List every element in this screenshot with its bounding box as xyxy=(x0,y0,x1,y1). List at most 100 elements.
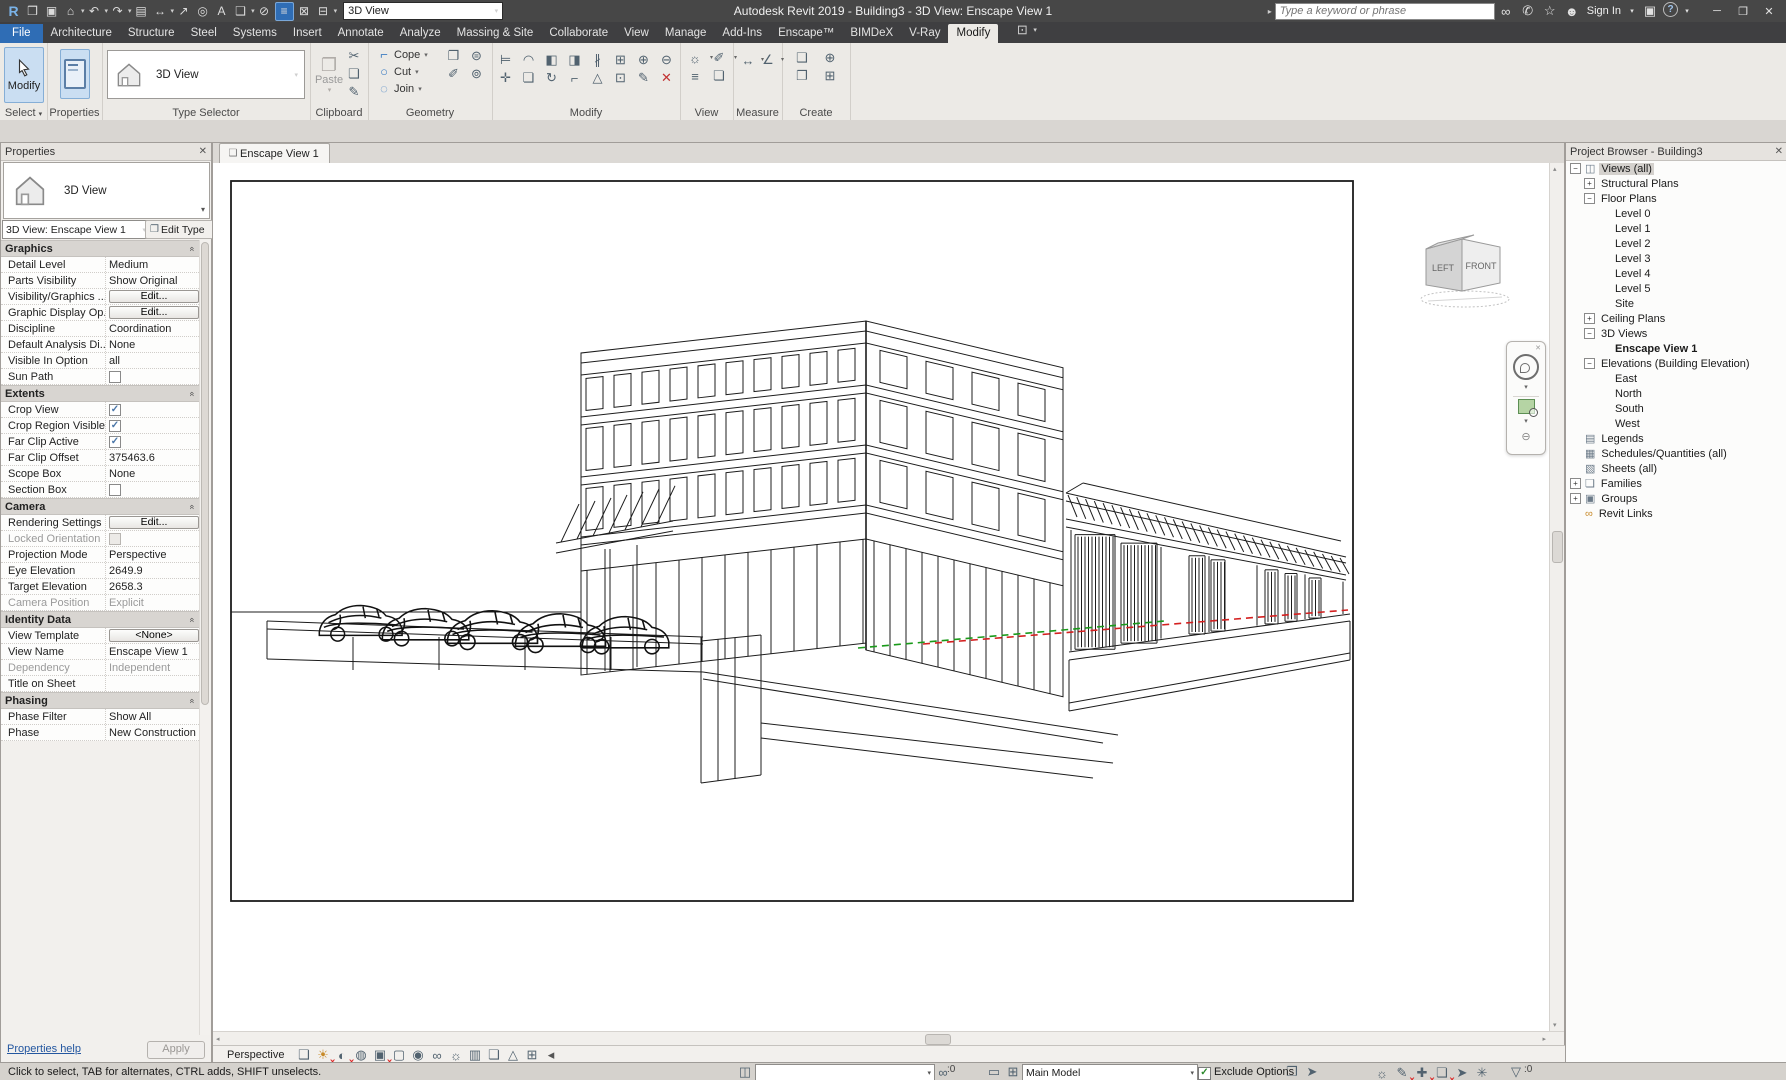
text-icon[interactable]: A xyxy=(213,3,230,20)
pin-alert-icon[interactable]: ✚✕ xyxy=(1412,1064,1432,1080)
collapse-icon[interactable]: « xyxy=(187,246,197,251)
steering-wheel-icon[interactable] xyxy=(1513,354,1539,380)
worksharing-display-icon[interactable]: ☼ xyxy=(1372,1064,1392,1080)
measure-icon[interactable]: ↔ xyxy=(152,3,169,20)
linework-icon[interactable]: ✐▾ xyxy=(707,49,731,67)
property-value[interactable]: 2649.9 xyxy=(106,563,199,578)
app-store-icon[interactable]: ▣ xyxy=(1641,2,1659,20)
close-icon[interactable]: ✕ xyxy=(1535,344,1541,352)
tab-modify[interactable]: Modify xyxy=(948,24,998,43)
property-value[interactable] xyxy=(106,482,199,497)
switch-windows-icon[interactable]: ⊟ xyxy=(315,3,332,20)
property-value[interactable]: Enscape View 1 xyxy=(106,644,199,659)
create-group-icon[interactable]: ⊕ xyxy=(816,49,844,67)
array-icon[interactable]: ⊞ xyxy=(609,51,632,69)
paint-icon[interactable]: ✐ xyxy=(442,65,465,83)
measure-between-icon[interactable]: ↔▾ xyxy=(738,51,758,69)
ribbon-display-toggle[interactable]: ⊡ ▾ xyxy=(1012,21,1037,43)
instance-selector-combo[interactable]: 3D View: Enscape View 1 ▾ xyxy=(2,220,150,239)
sign-in-person-icon[interactable]: ☻ xyxy=(1563,2,1581,20)
tab-file[interactable]: File xyxy=(0,24,43,43)
create-panel-label[interactable]: Create xyxy=(782,107,850,119)
tree-item-structural-plans[interactable]: +Structural Plans xyxy=(1566,176,1786,191)
apply-coping-icon[interactable]: ❐ xyxy=(442,47,465,65)
trim-extend-icon[interactable]: ⌐ xyxy=(563,69,586,87)
save-icon[interactable]: ▣ xyxy=(43,3,60,20)
tab-architecture[interactable]: Architecture xyxy=(43,24,120,43)
toolbar-collapse-icon[interactable]: ▸ xyxy=(1268,7,1272,16)
print-icon[interactable]: ▤ xyxy=(133,3,150,20)
collapse-icon[interactable]: « xyxy=(187,504,197,509)
edit-type-button[interactable]: ❐ Edit Type xyxy=(145,220,215,239)
tab-annotate[interactable]: Annotate xyxy=(330,24,392,43)
tree-item-level-4[interactable]: Level 4 xyxy=(1566,266,1786,281)
edit-button[interactable]: <None> xyxy=(109,629,199,642)
tab-collaborate[interactable]: Collaborate xyxy=(541,24,616,43)
tree-item-families[interactable]: +❏Families xyxy=(1566,476,1786,491)
favorites-icon[interactable]: ☆ xyxy=(1541,2,1559,20)
tab-structure[interactable]: Structure xyxy=(120,24,183,43)
property-value[interactable] xyxy=(106,531,199,546)
filter-icon[interactable]: ▽ xyxy=(1506,1063,1526,1080)
viewcube[interactable]: LEFT FRONT xyxy=(1418,225,1513,317)
modify-panel-label[interactable]: Modify xyxy=(492,107,680,119)
section-icon[interactable]: ⊘ xyxy=(256,3,273,20)
checkbox[interactable] xyxy=(109,484,121,496)
collapse-icon[interactable]: − xyxy=(1584,358,1595,369)
minimize-button[interactable]: ─ xyxy=(1706,2,1728,20)
property-value[interactable]: Coordination xyxy=(106,321,199,336)
tree-item-legends[interactable]: ▤Legends xyxy=(1566,431,1786,446)
property-value[interactable]: New Construction xyxy=(106,725,199,740)
tree-item-revit-links[interactable]: ∞Revit Links xyxy=(1566,506,1786,521)
expand-icon[interactable]: + xyxy=(1584,178,1595,189)
close-icon[interactable]: ✕ xyxy=(199,146,207,157)
tree-item-sheets-all-[interactable]: ▧Sheets (all) xyxy=(1566,461,1786,476)
tree-item-east[interactable]: East xyxy=(1566,371,1786,386)
editing-requests-icon[interactable]: ✎✕ xyxy=(1392,1064,1412,1080)
mirror-pick-axis-icon[interactable]: ◧ xyxy=(540,51,563,69)
property-value[interactable]: Edit... xyxy=(106,515,199,530)
property-value[interactable]: None xyxy=(106,466,199,481)
expand-icon[interactable]: + xyxy=(1570,493,1581,504)
selection-settings-icon[interactable]: ✳ xyxy=(1472,1064,1492,1080)
undo-icon[interactable]: ↶ xyxy=(86,3,103,20)
properties-help-link[interactable]: Properties help xyxy=(7,1043,81,1055)
help-icon[interactable]: ? xyxy=(1663,2,1678,17)
zoom-region-icon[interactable] xyxy=(1518,399,1535,414)
split-element-icon[interactable]: ∦ xyxy=(586,51,609,69)
project-browser-header[interactable]: Project Browser - Building3 ✕ xyxy=(1566,143,1786,161)
active-view-combo[interactable]: 3D View ▾ xyxy=(343,2,503,20)
aligned-dimension-icon[interactable]: ↗ xyxy=(175,3,192,20)
checkbox[interactable] xyxy=(109,533,121,545)
property-section-header[interactable]: Graphics« xyxy=(1,240,199,257)
property-value[interactable]: 375463.6 xyxy=(106,450,199,465)
active-workset-icon[interactable]: ◫ xyxy=(735,1063,755,1080)
property-value[interactable]: 2658.3 xyxy=(106,579,199,594)
pan-minus-icon[interactable]: ⊖ xyxy=(1521,430,1530,443)
measure-angle-icon[interactable]: ∠▾ xyxy=(758,51,778,69)
tree-item-schedules-quantities-all-[interactable]: ▦Schedules/Quantities (all) xyxy=(1566,446,1786,461)
model-updates-icon[interactable]: ❏✕ xyxy=(1432,1064,1452,1080)
offset-icon[interactable]: ◠ xyxy=(517,51,540,69)
vertical-scrollbar[interactable]: ▴ ▾ xyxy=(1549,163,1564,1031)
edit-button[interactable]: Edit... xyxy=(109,290,199,303)
tab-manage[interactable]: Manage xyxy=(657,24,715,43)
expand-icon[interactable]: + xyxy=(1570,478,1581,489)
collapse-icon[interactable]: − xyxy=(1584,193,1595,204)
copy-to-clipboard-icon[interactable]: ❏ xyxy=(344,65,364,83)
unpin-icon[interactable]: ⊖ xyxy=(655,51,678,69)
pin-icon[interactable]: ⊕ xyxy=(632,51,655,69)
property-value[interactable]: Edit... xyxy=(106,289,199,304)
create-similar-icon[interactable]: ❐ xyxy=(788,67,816,85)
close-icon[interactable]: ✕ xyxy=(1775,146,1783,157)
checkbox[interactable]: ✓ xyxy=(109,420,121,432)
property-value[interactable]: None xyxy=(106,337,199,352)
property-section-header[interactable]: Extents« xyxy=(1,385,199,402)
edit-button[interactable]: Edit... xyxy=(109,516,199,529)
property-value[interactable]: <None> xyxy=(106,628,199,643)
select-panel-label[interactable]: Select ▾ xyxy=(0,107,47,119)
checkbox[interactable]: ✓ xyxy=(109,436,121,448)
close-button[interactable]: ✕ xyxy=(1758,2,1780,20)
tree-item-views-all-[interactable]: −◫Views (all) xyxy=(1566,161,1786,176)
property-section-header[interactable]: Phasing« xyxy=(1,692,199,709)
